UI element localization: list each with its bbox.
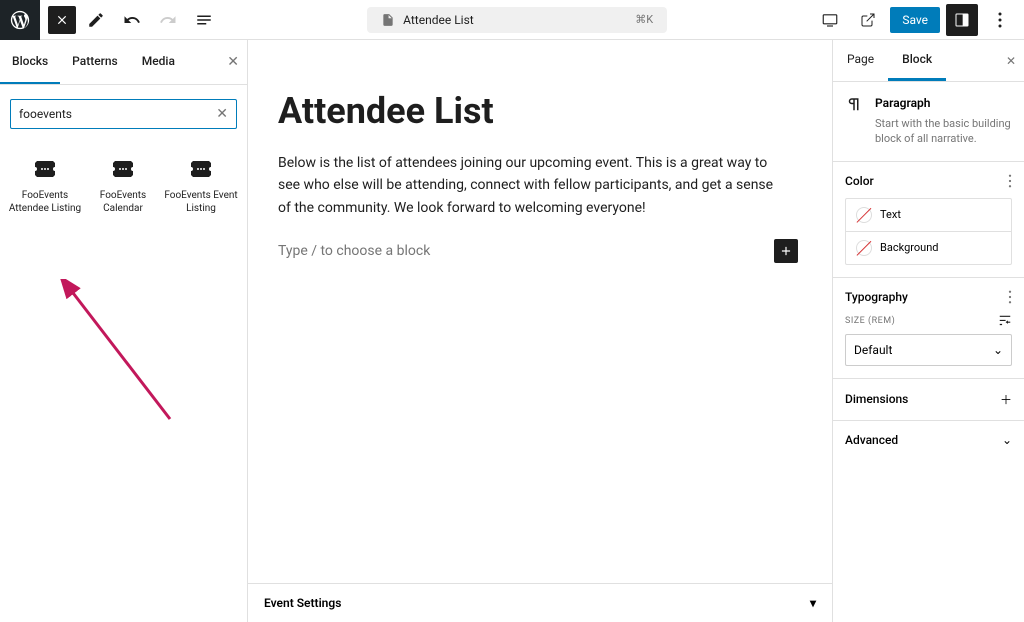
chevron-down-icon: ▾ xyxy=(810,596,816,610)
settings-close-button[interactable]: ✕ xyxy=(1006,54,1016,68)
add-block-button[interactable] xyxy=(774,239,798,263)
undo-button[interactable] xyxy=(116,4,148,36)
text-color-row[interactable]: Text xyxy=(846,199,1011,231)
color-section-label: Color xyxy=(845,174,874,188)
plus-icon: ＋ xyxy=(1000,391,1012,408)
block-label: FooEvents Event Listing xyxy=(164,189,238,215)
dimensions-section-header[interactable]: Dimensions ＋ xyxy=(845,391,1012,408)
preview-external-button[interactable] xyxy=(852,4,884,36)
save-button[interactable]: Save xyxy=(890,7,940,33)
block-appender-row: Type / to choose a block xyxy=(278,239,798,263)
block-search-input[interactable] xyxy=(19,107,216,121)
tab-blocks[interactable]: Blocks xyxy=(0,40,60,84)
background-color-label: Background xyxy=(880,241,938,254)
shortcut-hint: ⌘K xyxy=(635,13,653,26)
background-color-row[interactable]: Background xyxy=(846,231,1011,264)
topbar: Attendee List ⌘K Save xyxy=(0,0,1024,40)
block-item-calendar[interactable]: FooEvents Calendar xyxy=(84,147,162,225)
paragraph-icon xyxy=(845,96,865,147)
settings-tabs: Page Block ✕ xyxy=(833,40,1024,82)
color-rows: Text Background xyxy=(845,198,1012,265)
view-button[interactable] xyxy=(814,4,846,36)
inserter-toggle-button[interactable] xyxy=(48,6,76,34)
dimensions-label: Dimensions xyxy=(845,392,908,406)
topbar-right: Save xyxy=(814,4,1024,36)
typography-section: Typography SIZE (REM) Default ⌄ xyxy=(833,278,1024,379)
block-name: Paragraph xyxy=(875,96,1012,110)
advanced-section: Advanced ⌄ xyxy=(833,421,1024,459)
tab-media[interactable]: Media xyxy=(130,40,187,84)
block-info-text: Paragraph Start with the basic building … xyxy=(875,96,1012,147)
inserter-panel: Blocks Patterns Media ✕ ✕ FooEvents Atte… xyxy=(0,40,248,622)
inserter-tabs: Blocks Patterns Media ✕ xyxy=(0,40,247,85)
settings-panel-toggle[interactable] xyxy=(946,4,978,36)
tab-patterns[interactable]: Patterns xyxy=(60,40,130,84)
options-button[interactable] xyxy=(984,4,1016,36)
size-label: SIZE (REM) xyxy=(845,316,895,326)
document-title-bar[interactable]: Attendee List ⌘K xyxy=(367,7,667,33)
settings-sidebar: Page Block ✕ Paragraph Start with the ba… xyxy=(832,40,1024,622)
event-settings-label: Event Settings xyxy=(264,596,341,610)
editor-canvas: Attendee List Below is the list of atten… xyxy=(248,40,832,622)
block-results-grid: FooEvents Attendee Listing FooEvents Cal… xyxy=(0,139,247,233)
settings-slider-icon[interactable] xyxy=(998,314,1012,328)
more-icon[interactable] xyxy=(1008,290,1012,304)
block-item-event-listing[interactable]: FooEvents Event Listing xyxy=(162,147,240,225)
main-area: Blocks Patterns Media ✕ ✕ FooEvents Atte… xyxy=(0,40,1024,622)
edit-tool-button[interactable] xyxy=(80,4,112,36)
advanced-label: Advanced xyxy=(845,433,898,447)
search-clear-button[interactable]: ✕ xyxy=(216,106,228,122)
font-size-value: Default xyxy=(854,343,892,357)
topbar-center: Attendee List ⌘K xyxy=(220,7,814,33)
ticket-icon xyxy=(111,157,135,181)
page-title[interactable]: Attendee List xyxy=(278,90,802,132)
page-icon xyxy=(381,13,395,27)
document-overview-button[interactable] xyxy=(188,4,220,36)
chevron-down-icon: ⌄ xyxy=(1002,433,1012,447)
tab-page[interactable]: Page xyxy=(833,40,888,81)
block-appender-placeholder[interactable]: Type / to choose a block xyxy=(278,243,430,259)
search-wrap: ✕ xyxy=(0,85,247,139)
block-item-attendee-listing[interactable]: FooEvents Attendee Listing xyxy=(6,147,84,225)
ticket-icon xyxy=(33,157,57,181)
paragraph-block[interactable]: Below is the list of attendees joining o… xyxy=(278,152,778,219)
wordpress-logo[interactable] xyxy=(0,0,40,40)
more-icon[interactable] xyxy=(1008,174,1012,188)
color-section: Color Text Background xyxy=(833,162,1024,278)
topbar-left xyxy=(0,0,220,40)
advanced-section-header[interactable]: Advanced ⌄ xyxy=(845,433,1012,447)
block-info: Paragraph Start with the basic building … xyxy=(833,82,1024,162)
annotation-arrow xyxy=(60,279,180,429)
font-size-select[interactable]: Default ⌄ xyxy=(845,334,1012,366)
typography-section-header[interactable]: Typography xyxy=(845,290,1012,304)
ticket-icon xyxy=(189,157,213,181)
block-label: FooEvents Calendar xyxy=(86,189,160,215)
typography-label: Typography xyxy=(845,290,908,304)
tab-block[interactable]: Block xyxy=(888,40,946,81)
search-input-container[interactable]: ✕ xyxy=(10,99,237,129)
redo-button[interactable] xyxy=(152,4,184,36)
text-color-label: Text xyxy=(880,208,901,221)
document-title: Attendee List xyxy=(403,13,474,27)
document-content[interactable]: Attendee List Below is the list of atten… xyxy=(248,40,832,583)
inserter-close-button[interactable]: ✕ xyxy=(227,54,239,70)
dimensions-section: Dimensions ＋ xyxy=(833,379,1024,421)
color-swatch-none xyxy=(856,240,872,256)
block-label: FooEvents Attendee Listing xyxy=(8,189,82,215)
chevron-down-icon: ⌄ xyxy=(993,343,1003,357)
event-settings-panel[interactable]: Event Settings ▾ xyxy=(248,583,832,622)
color-section-header[interactable]: Color xyxy=(845,174,1012,188)
block-description: Start with the basic building block of a… xyxy=(875,116,1012,147)
color-swatch-none xyxy=(856,207,872,223)
